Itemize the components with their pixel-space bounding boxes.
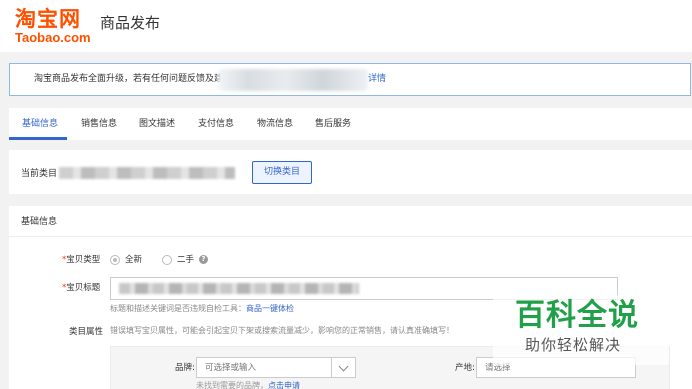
redacted-notice-area <box>218 69 368 91</box>
brand-placeholder: 可选择或输入 <box>205 363 257 373</box>
top-header: 淘宝网 Taobao.com 商品发布 <box>0 0 692 52</box>
title-hint: 标题和描述关键词是否违规自检工具：商品一键体检 <box>110 303 294 314</box>
section-title: 基础信息 <box>21 217 58 227</box>
radio-used-label[interactable]: 二手 <box>177 254 194 266</box>
notice-details-link[interactable]: 详情 <box>368 73 386 86</box>
section-tabs: 基础信息 销售信息 图文描述 支付信息 物流信息 售后服务 <box>9 108 692 140</box>
active-tab-indicator <box>9 137 67 140</box>
brand-label: 品牌: <box>175 363 195 373</box>
category-panel: 当前类目 切换类目 <box>9 150 692 194</box>
radio-new-label[interactable]: 全新 <box>125 254 142 266</box>
tab-sales-info[interactable]: 销售信息 <box>81 118 117 130</box>
attributes-hint: 错误填写宝贝属性，可能会引起宝贝下架或搜索流量减少，影响您的正常销售，请认真准确… <box>110 326 454 335</box>
brand-hint: 未找到需要的品牌，点击申请 <box>196 380 300 389</box>
radio-used[interactable] <box>162 255 172 265</box>
current-category-label: 当前类目 <box>21 169 58 179</box>
logo-chinese-text: 淘宝网 <box>15 7 81 31</box>
notice-banner: 淘宝商品发布全面升级，若有任何问题反馈及建议 详情 <box>9 63 691 96</box>
brand-select[interactable]: 可选择或输入 <box>196 357 356 378</box>
redacted-category-value <box>59 167 235 179</box>
item-title-label: *宝贝标题 <box>62 282 100 294</box>
brand-hint-text: 未找到需要的品牌， <box>196 381 268 389</box>
apply-brand-link[interactable]: 点击申请 <box>268 381 300 389</box>
product-check-link[interactable]: 商品一键体检 <box>246 304 294 313</box>
tab-after-sales[interactable]: 售后服务 <box>315 118 351 130</box>
tab-payment-info[interactable]: 支付信息 <box>198 118 234 130</box>
watermark-main-text: 百科全说 <box>515 298 639 333</box>
tab-description[interactable]: 图文描述 <box>139 118 175 130</box>
title-hint-text: 标题和描述关键词是否违规自检工具： <box>110 304 246 313</box>
switch-category-button[interactable]: 切换类目 <box>252 161 312 184</box>
baike-watermark: 百科全说 助你轻松解决 <box>493 295 669 365</box>
brand-dropdown-toggle[interactable] <box>331 358 355 377</box>
page-title: 商品发布 <box>100 14 161 32</box>
taobao-logo[interactable]: 淘宝网 Taobao.com <box>15 7 91 44</box>
radio-new[interactable] <box>110 255 120 265</box>
origin-label: 产地: <box>455 363 475 373</box>
logo-english-text: Taobao.com <box>15 30 91 45</box>
item-type-label-text: 宝贝类型 <box>66 255 101 265</box>
notice-text: 淘宝商品发布全面升级，若有任何问题反馈及建议 <box>34 74 233 84</box>
watermark-sub-text: 助你轻松解决 <box>525 336 622 354</box>
basic-info-header: 基础信息 <box>9 206 692 237</box>
tab-basic-info[interactable]: 基础信息 <box>22 118 58 130</box>
category-attributes-label: 类目属性 <box>69 327 104 337</box>
redacted-title-value <box>119 283 359 294</box>
chevron-down-icon <box>338 361 349 372</box>
tab-logistics-info[interactable]: 物流信息 <box>257 118 293 130</box>
question-circle-icon[interactable]: ? <box>199 255 208 264</box>
item-type-label: *宝贝类型 <box>62 254 100 266</box>
item-title-label-text: 宝贝标题 <box>66 283 101 293</box>
